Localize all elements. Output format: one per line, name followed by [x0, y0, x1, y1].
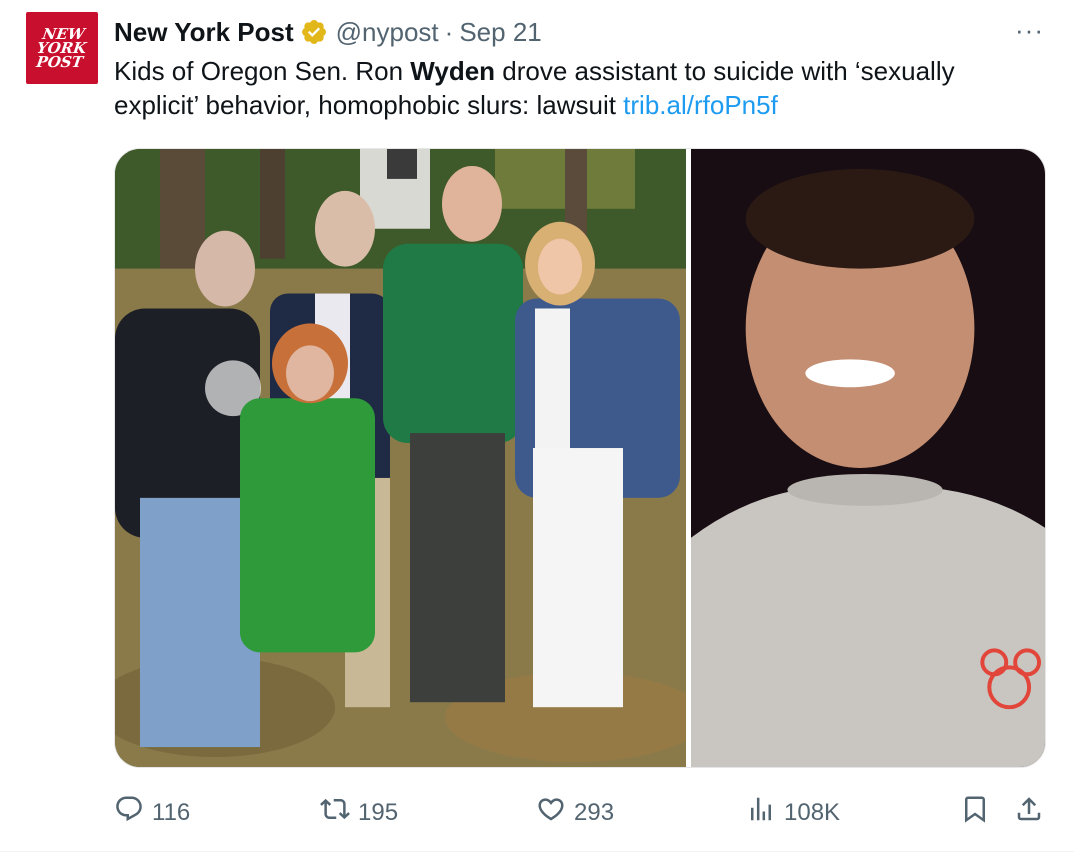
views-icon: [746, 794, 776, 831]
more-options-icon[interactable]: ···: [1015, 17, 1044, 43]
verified-badge-icon[interactable]: [300, 18, 328, 46]
tweet-date[interactable]: Sep 21: [459, 17, 541, 48]
avatar-logo-text: NEW YORK POST: [35, 25, 88, 71]
handle[interactable]: @nypost: [336, 17, 439, 48]
bookmark-button[interactable]: [960, 794, 990, 831]
tweet-text: Kids of Oregon Sen. Ron Wyden drove assi…: [114, 54, 1044, 122]
media-grid: [114, 148, 1046, 768]
share-icon: [1014, 794, 1044, 831]
tweet-actions: 116 195 293 108K: [114, 788, 1046, 832]
reply-button[interactable]: 116: [114, 794, 190, 831]
display-name[interactable]: New York Post: [114, 17, 294, 48]
repost-icon: [320, 794, 350, 831]
like-count: 293: [574, 798, 615, 826]
tweet-link[interactable]: trib.al/rfoPn5f: [623, 90, 778, 120]
like-button[interactable]: 293: [536, 794, 614, 831]
views-button[interactable]: 108K: [746, 794, 840, 831]
repost-count: 195: [358, 798, 399, 826]
tweet-header: New York Post @nypost · Sep 21: [114, 14, 1044, 50]
tweet-text-bold: Wyden: [410, 56, 496, 86]
bookmark-icon: [960, 794, 990, 831]
photo-family-group[interactable]: [115, 149, 686, 767]
share-button[interactable]: [1014, 794, 1044, 831]
photo-man-portrait[interactable]: [691, 149, 1045, 767]
avatar[interactable]: NEW YORK POST: [26, 12, 98, 84]
repost-button[interactable]: 195: [320, 794, 398, 831]
views-count: 108K: [784, 798, 841, 826]
reply-count: 116: [152, 798, 191, 826]
separator-dot: ·: [444, 16, 454, 47]
heart-icon: [536, 794, 566, 831]
reply-icon: [114, 794, 144, 831]
tweet-text-part: Kids of Oregon Sen. Ron: [114, 56, 411, 86]
